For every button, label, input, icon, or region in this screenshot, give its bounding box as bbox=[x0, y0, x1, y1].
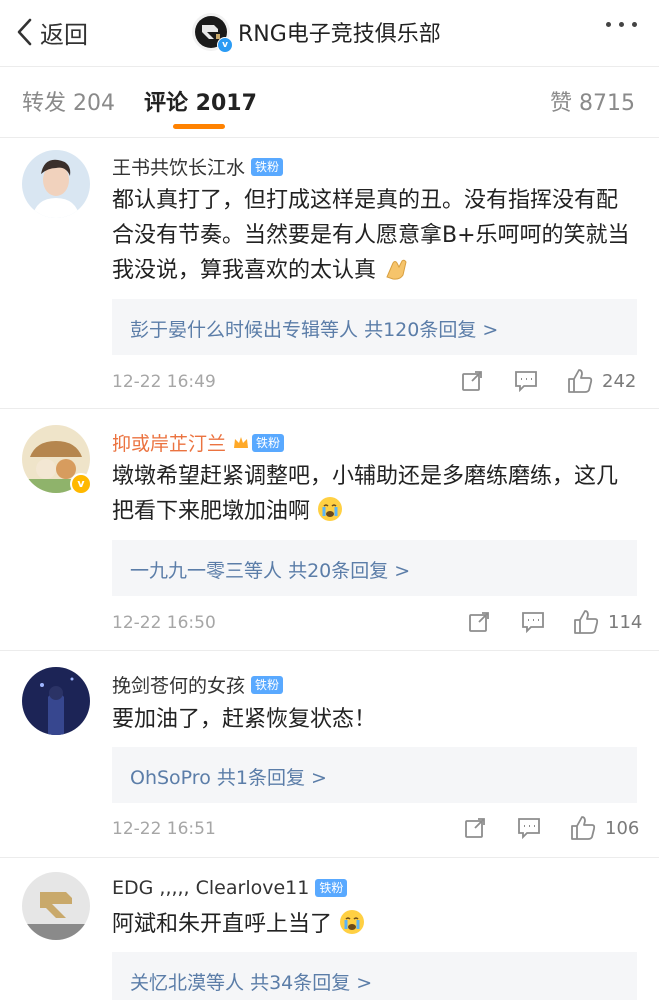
replies-box[interactable]: OhSoPro 共1条回复 > bbox=[112, 747, 637, 803]
username[interactable]: 抑或岸芷汀兰 bbox=[112, 429, 226, 456]
repost-icon[interactable] bbox=[463, 816, 487, 840]
comment-item: 王书共饮长江水 铁粉 都认真打了，但打成这样是真的丑。没有指挥没有配合没有节奏。… bbox=[0, 136, 659, 408]
replies-names[interactable]: 彭于晏什么时候出专辑 bbox=[130, 319, 320, 341]
top-nav-bar: 返回 v RNG电子竞技俱乐部 bbox=[0, 0, 659, 66]
replies-box[interactable]: 一九九一零三等人 共20条回复 > bbox=[112, 540, 637, 596]
replies-count[interactable]: 共34条回复 > bbox=[250, 972, 372, 994]
crying-face-icon bbox=[318, 497, 343, 521]
comment-time: 12-22 16:49 bbox=[112, 372, 216, 392]
replies-names[interactable]: 关忆北漠 bbox=[130, 972, 206, 994]
replies-summary[interactable]: 关忆北漠等人 共34条回复 > bbox=[130, 968, 372, 995]
like-thumb-icon[interactable] bbox=[573, 609, 599, 635]
clapping-hands-icon bbox=[386, 259, 407, 280]
repost-icon[interactable] bbox=[460, 369, 484, 393]
rng-logo-avatar[interactable]: v bbox=[192, 13, 233, 53]
replies-names[interactable]: 一九九一零三 bbox=[130, 560, 244, 582]
replies-summary[interactable]: 一九九一零三等人 共20条回复 > bbox=[130, 556, 410, 583]
back-button[interactable]: 返回 bbox=[14, 12, 88, 52]
verified-badge-icon: v bbox=[217, 37, 233, 53]
replies-box[interactable]: 彭于晏什么时候出专辑等人 共120条回复 > bbox=[112, 299, 637, 355]
like-thumb-icon[interactable] bbox=[570, 815, 596, 841]
fan-badge: 铁粉 bbox=[252, 433, 285, 452]
avatar[interactable] bbox=[22, 150, 90, 218]
comment-time: 12-22 16:50 bbox=[112, 613, 216, 633]
replies-summary[interactable]: 彭于晏什么时候出专辑等人 共120条回复 > bbox=[130, 315, 498, 342]
username-row: 抑或岸芷汀兰 铁粉 bbox=[112, 429, 285, 456]
comment-text-body: 阿斌和朱开直呼上当了 bbox=[112, 912, 333, 937]
replies-names[interactable]: OhSoPro bbox=[130, 767, 211, 789]
like-thumb-icon[interactable] bbox=[567, 368, 593, 394]
comment-text: 要加油了，赶紧恢复状态！ bbox=[112, 702, 632, 737]
comment-text: 阿斌和朱开直呼上当了 bbox=[112, 907, 632, 942]
comment-icon[interactable] bbox=[514, 370, 538, 392]
comment-text-body: 都认真打了，但打成这样是真的丑。没有指挥没有配合没有节奏。当然要是有人愿意拿B+… bbox=[112, 188, 630, 283]
comment-text-body: 墩墩希望赶紧调整吧，小辅助还是多磨练磨练，这几把看下来肥墩加油啊 bbox=[112, 464, 619, 524]
username-row: EDG ,,,,, Clearlove11 铁粉 bbox=[112, 877, 348, 899]
comment-item: EDG ,,,,, Clearlove11 铁粉 阿斌和朱开直呼上当了 关忆北漠… bbox=[0, 858, 659, 1000]
fan-badge: 铁粉 bbox=[251, 675, 284, 694]
verified-badge-icon: v bbox=[70, 473, 92, 495]
more-dots-icon[interactable] bbox=[606, 22, 637, 27]
comment-icon[interactable] bbox=[521, 611, 545, 633]
replies-count[interactable]: 共20条回复 > bbox=[288, 560, 410, 582]
replies-count[interactable]: 共120条回复 > bbox=[364, 319, 498, 341]
comment-text: 墩墩希望赶紧调整吧，小辅助还是多磨练磨练，这几把看下来肥墩加油啊 bbox=[112, 459, 632, 529]
username[interactable]: EDG ,,,,, Clearlove11 bbox=[112, 877, 309, 899]
tab-repost[interactable]: 转发 204 bbox=[22, 85, 115, 117]
avatar[interactable] bbox=[22, 667, 90, 735]
comment-item: 挽剑苍何的女孩 铁粉 要加油了，赶紧恢复状态！ OhSoPro 共1条回复 > … bbox=[0, 651, 659, 856]
comment-text-body: 要加油了，赶紧恢复状态！ bbox=[112, 707, 377, 732]
fan-badge: 铁粉 bbox=[251, 157, 284, 176]
comment-icon[interactable] bbox=[517, 817, 541, 839]
replies-summary[interactable]: OhSoPro 共1条回复 > bbox=[130, 763, 327, 790]
username-row: 王书共饮长江水 铁粉 bbox=[112, 153, 284, 180]
avatar[interactable] bbox=[22, 872, 90, 940]
replies-box[interactable]: 关忆北漠等人 共34条回复 > bbox=[112, 952, 637, 1000]
username-row: 挽剑苍何的女孩 铁粉 bbox=[112, 671, 284, 698]
username[interactable]: 王书共饮长江水 bbox=[112, 153, 245, 180]
tab-comment[interactable]: 评论 2017 bbox=[144, 85, 257, 117]
nav-title-group: v RNG电子竞技俱乐部 bbox=[192, 12, 441, 53]
tab-like[interactable]: 赞 8715 bbox=[550, 85, 635, 117]
comment-text: 都认真打了，但打成这样是真的丑。没有指挥没有配合没有节奏。当然要是有人愿意拿B+… bbox=[112, 183, 632, 288]
like-count: 242 bbox=[602, 371, 637, 392]
tab-bar: 转发 204 评论 2017 赞 8715 bbox=[0, 66, 659, 138]
fan-badge: 铁粉 bbox=[315, 879, 348, 897]
replies-mid: 等人 bbox=[320, 319, 359, 341]
page-title: RNG电子竞技俱乐部 bbox=[238, 22, 441, 47]
back-label: 返回 bbox=[40, 20, 88, 49]
crying-face-icon bbox=[340, 910, 365, 934]
repost-icon[interactable] bbox=[467, 610, 491, 634]
like-count: 114 bbox=[608, 612, 643, 633]
like-count: 106 bbox=[605, 818, 640, 839]
replies-mid: 等人 bbox=[206, 972, 245, 994]
comment-item: v 抑或岸芷汀兰 铁粉 墩墩希望赶紧调整吧，小辅助还是多磨练磨练，这几把看下来肥… bbox=[0, 409, 659, 649]
replies-count[interactable]: 共1条回复 > bbox=[217, 767, 327, 789]
comment-time: 12-22 16:51 bbox=[112, 819, 216, 839]
crown-icon bbox=[234, 436, 249, 448]
username[interactable]: 挽剑苍何的女孩 bbox=[112, 671, 245, 698]
active-tab-indicator bbox=[173, 124, 225, 129]
replies-mid: 等人 bbox=[244, 560, 283, 582]
chevron-left-icon bbox=[17, 18, 32, 46]
